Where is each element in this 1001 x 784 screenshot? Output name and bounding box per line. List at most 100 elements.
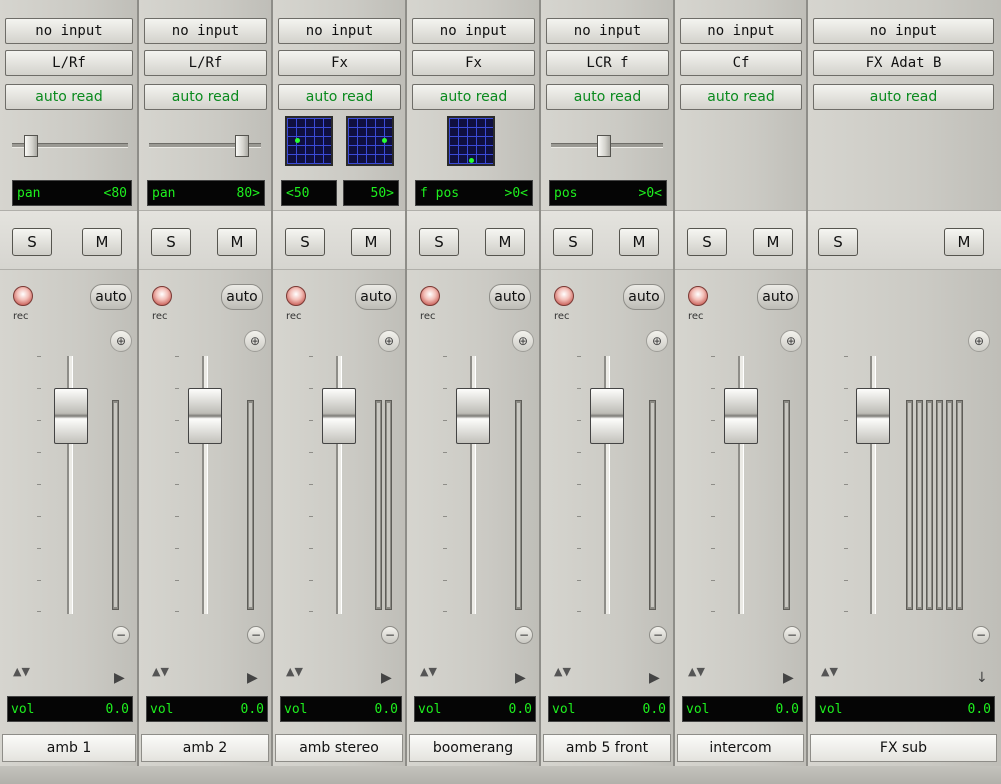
volume-fader-cap[interactable] xyxy=(856,388,890,444)
updown-arrows-icon[interactable]: ▲▼ xyxy=(152,666,169,677)
output-selector[interactable]: Fx xyxy=(412,50,535,76)
output-selector[interactable]: LCR f xyxy=(546,50,669,76)
surround-pan-grid[interactable] xyxy=(447,116,495,166)
fader-group-icon[interactable]: ⊕ xyxy=(780,330,802,352)
automation-mode-selector[interactable]: auto read xyxy=(412,84,535,110)
input-selector[interactable]: no input xyxy=(144,18,267,44)
updown-arrows-icon[interactable]: ▲▼ xyxy=(688,666,705,677)
solo-button[interactable]: S xyxy=(553,228,593,256)
solo-button[interactable]: S xyxy=(151,228,191,256)
output-arrow-icon[interactable]: ▶ xyxy=(783,670,794,686)
fader-scale xyxy=(443,356,447,612)
output-arrow-icon[interactable]: ▶ xyxy=(381,670,392,686)
pan-position-dot[interactable] xyxy=(469,158,474,163)
volume-fader-cap[interactable] xyxy=(590,388,624,444)
track-name[interactable]: amb 5 front xyxy=(543,734,671,762)
track-name[interactable]: amb 1 xyxy=(2,734,136,762)
automation-mode-selector[interactable]: auto read xyxy=(144,84,267,110)
solo-button[interactable]: S xyxy=(687,228,727,256)
record-enable-button[interactable] xyxy=(420,286,440,306)
pan-slider-knob[interactable] xyxy=(597,135,611,157)
fader-group-icon[interactable]: ⊕ xyxy=(968,330,990,352)
record-enable-button[interactable] xyxy=(286,286,306,306)
track-name[interactable]: boomerang xyxy=(409,734,537,762)
volume-fader-cap[interactable] xyxy=(322,388,356,444)
input-selector[interactable]: no input xyxy=(412,18,535,44)
meter-minus-icon[interactable]: − xyxy=(649,626,667,644)
automation-mode-selector[interactable]: auto read xyxy=(546,84,669,110)
track-name[interactable]: amb stereo xyxy=(275,734,403,762)
track-name[interactable]: intercom xyxy=(677,734,804,762)
fader-group-icon[interactable]: ⊕ xyxy=(378,330,400,352)
input-selector[interactable]: no input xyxy=(5,18,133,44)
pan-position-dot[interactable] xyxy=(382,138,387,143)
updown-arrows-icon[interactable]: ▲▼ xyxy=(286,666,303,677)
record-enable-button[interactable] xyxy=(152,286,172,306)
auto-button[interactable]: auto xyxy=(757,284,799,310)
volume-fader-cap[interactable] xyxy=(456,388,490,444)
output-arrow-icon[interactable]: ▶ xyxy=(114,670,125,686)
mute-button[interactable]: M xyxy=(217,228,257,256)
mute-button[interactable]: M xyxy=(82,228,122,256)
output-arrow-icon[interactable]: ▶ xyxy=(247,670,258,686)
mute-button[interactable]: M xyxy=(485,228,525,256)
volume-display: vol 0.0 xyxy=(548,696,670,722)
pan-position-dot[interactable] xyxy=(295,138,300,143)
meter-minus-icon[interactable]: − xyxy=(247,626,265,644)
output-arrow-icon[interactable]: ▶ xyxy=(649,670,660,686)
pan-grid-left[interactable] xyxy=(285,116,333,166)
auto-button[interactable]: auto xyxy=(623,284,665,310)
updown-arrows-icon[interactable]: ▲▼ xyxy=(420,666,437,677)
output-selector[interactable]: FX Adat B xyxy=(813,50,994,76)
meter-minus-icon[interactable]: − xyxy=(381,626,399,644)
output-selector[interactable]: Fx xyxy=(278,50,401,76)
auto-button[interactable]: auto xyxy=(355,284,397,310)
solo-button[interactable]: S xyxy=(818,228,858,256)
record-enable-button[interactable] xyxy=(554,286,574,306)
automation-mode-selector[interactable]: auto read xyxy=(5,84,133,110)
meter-minus-icon[interactable]: − xyxy=(972,626,990,644)
volume-fader-cap[interactable] xyxy=(54,388,88,444)
auto-button[interactable]: auto xyxy=(489,284,531,310)
fader-group-icon[interactable]: ⊕ xyxy=(244,330,266,352)
meter-minus-icon[interactable]: − xyxy=(515,626,533,644)
mute-button[interactable]: M xyxy=(619,228,659,256)
down-arrow-icon[interactable]: ↓ xyxy=(976,670,988,686)
solo-button[interactable]: S xyxy=(12,228,52,256)
record-enable-button[interactable] xyxy=(13,286,33,306)
auto-button[interactable]: auto xyxy=(90,284,132,310)
automation-mode-selector[interactable]: auto read xyxy=(680,84,802,110)
track-name[interactable]: amb 2 xyxy=(141,734,269,762)
fader-group-icon[interactable]: ⊕ xyxy=(110,330,132,352)
updown-arrows-icon[interactable]: ▲▼ xyxy=(554,666,571,677)
mute-button[interactable]: M xyxy=(944,228,984,256)
meter-minus-icon[interactable]: − xyxy=(783,626,801,644)
input-selector[interactable]: no input xyxy=(813,18,994,44)
output-selector[interactable]: L/Rf xyxy=(5,50,133,76)
volume-fader-cap[interactable] xyxy=(188,388,222,444)
pan-slider-knob[interactable] xyxy=(24,135,38,157)
updown-arrows-icon[interactable]: ▲▼ xyxy=(821,666,838,677)
meter-minus-icon[interactable]: − xyxy=(112,626,130,644)
record-enable-button[interactable] xyxy=(688,286,708,306)
solo-button[interactable]: S xyxy=(419,228,459,256)
input-selector[interactable]: no input xyxy=(546,18,669,44)
mute-button[interactable]: M xyxy=(351,228,391,256)
output-selector[interactable]: Cf xyxy=(680,50,802,76)
updown-arrows-icon[interactable]: ▲▼ xyxy=(13,666,30,677)
track-name[interactable]: FX sub xyxy=(810,734,997,762)
input-selector[interactable]: no input xyxy=(278,18,401,44)
pan-grid-right[interactable] xyxy=(346,116,394,166)
fader-group-icon[interactable]: ⊕ xyxy=(512,330,534,352)
automation-mode-selector[interactable]: auto read xyxy=(813,84,994,110)
input-selector[interactable]: no input xyxy=(680,18,802,44)
output-arrow-icon[interactable]: ▶ xyxy=(515,670,526,686)
mute-button[interactable]: M xyxy=(753,228,793,256)
pan-slider-knob[interactable] xyxy=(235,135,249,157)
fader-group-icon[interactable]: ⊕ xyxy=(646,330,668,352)
automation-mode-selector[interactable]: auto read xyxy=(278,84,401,110)
output-selector[interactable]: L/Rf xyxy=(144,50,267,76)
volume-fader-cap[interactable] xyxy=(724,388,758,444)
solo-button[interactable]: S xyxy=(285,228,325,256)
auto-button[interactable]: auto xyxy=(221,284,263,310)
